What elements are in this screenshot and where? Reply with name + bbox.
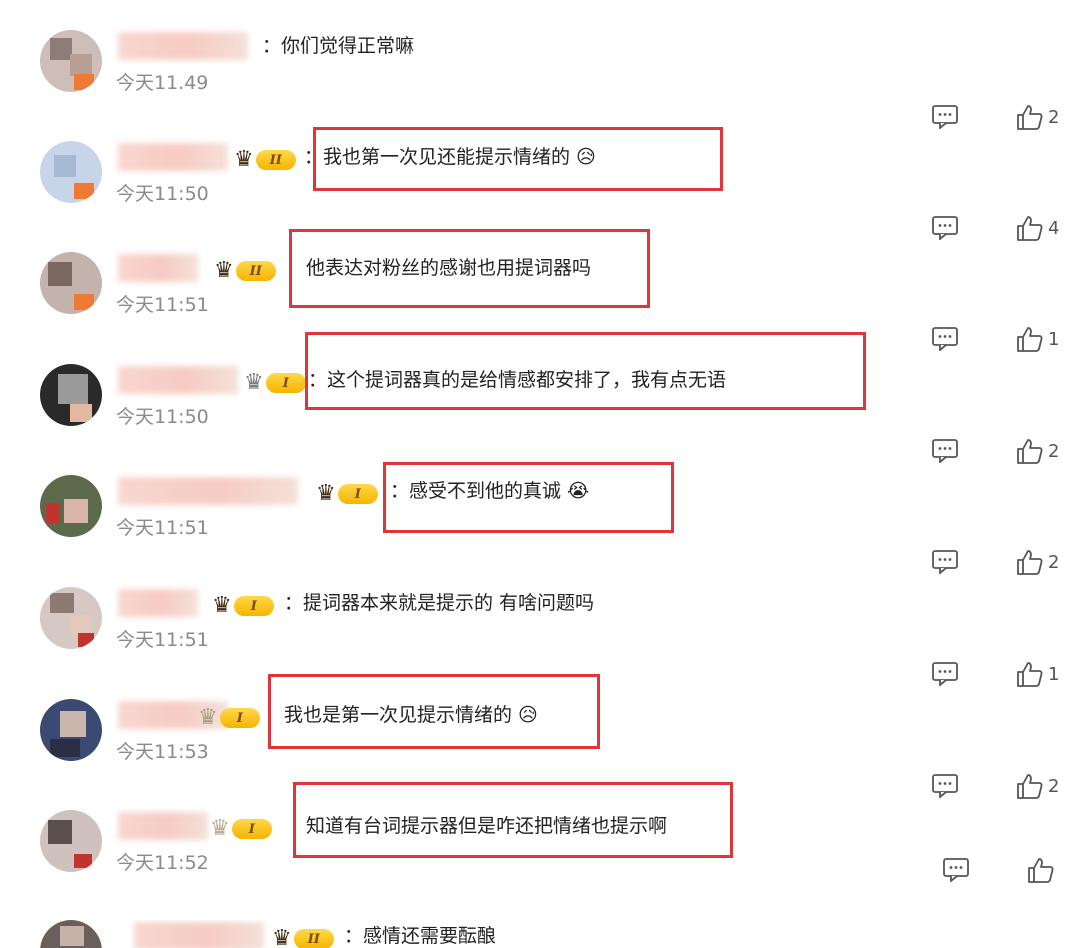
thumbs-up-icon[interactable] (1027, 856, 1055, 884)
highlight-box (305, 332, 866, 410)
like-count: 2 (1048, 441, 1060, 462)
level-badge: ♛ II (214, 258, 280, 284)
username[interactable] (134, 922, 264, 948)
highlight-box (268, 674, 600, 749)
level-badge: ♛ II (272, 926, 338, 948)
like-count: 1 (1048, 664, 1060, 685)
avatar[interactable] (40, 252, 102, 314)
highlight-box (293, 782, 733, 858)
username[interactable] (118, 366, 238, 394)
username[interactable] (118, 812, 208, 840)
comment-icon[interactable] (932, 327, 958, 351)
username[interactable] (118, 254, 198, 282)
comment-icon[interactable] (932, 105, 958, 129)
crown-icon: ♛ (212, 593, 232, 618)
highlight-box (289, 229, 650, 308)
comment-time: 今天11:51 (116, 294, 209, 316)
like-count: 2 (1048, 107, 1060, 128)
comment-icon[interactable] (932, 774, 958, 798)
like-count: 2 (1048, 552, 1060, 573)
avatar[interactable] (40, 810, 102, 872)
crown-icon: ♛ (210, 816, 230, 841)
username[interactable] (118, 589, 198, 617)
comment-item: ♛ II ：感情还需要酝酿 (0, 920, 1080, 948)
avatar[interactable] (40, 699, 102, 761)
comment-time: 今天11.49 (116, 72, 209, 94)
comment-text: ：你们觉得正常嘛 (262, 35, 415, 57)
comment-time: 今天11:52 (116, 852, 209, 874)
highlight-box (383, 462, 674, 533)
thumbs-up-icon[interactable] (1016, 548, 1044, 576)
comment-time: 今天11:51 (116, 629, 209, 651)
thumbs-up-icon[interactable] (1016, 214, 1044, 242)
comment-icon[interactable] (932, 662, 958, 686)
username[interactable] (118, 143, 228, 171)
username[interactable] (118, 32, 248, 60)
comment-time: 今天11:53 (116, 741, 209, 763)
comment-item: ♛ I 知道有台词提示器但是咋还把情绪也提示啊 今天11:52 (0, 782, 1080, 921)
comment-time: 今天11:50 (116, 183, 209, 205)
comment-item: ：你们觉得正常嘛 今天11.49 2 (0, 30, 1080, 141)
like-count: 4 (1048, 218, 1060, 239)
crown-icon: ♛ (316, 481, 336, 506)
avatar[interactable] (40, 920, 102, 948)
comment-time: 今天11:50 (116, 406, 209, 428)
thumbs-up-icon[interactable] (1016, 772, 1044, 800)
crown-icon: ♛ (272, 926, 292, 948)
level-badge: ♛ I (210, 816, 276, 842)
comment-icon[interactable] (932, 439, 958, 463)
comment-icon[interactable] (943, 858, 969, 882)
comment-text: ：感情还需要酝酿 (344, 925, 497, 947)
comment-item: ♛ I ：感受不到他的真诚 😭 今天11:51 2 (0, 462, 1080, 586)
thumbs-up-icon[interactable] (1016, 325, 1044, 353)
like-count: 1 (1048, 329, 1060, 350)
avatar[interactable] (40, 141, 102, 203)
level-badge: ♛ I (316, 481, 382, 507)
level-badge: ♛ I (198, 705, 264, 731)
level-badge: ♛ II (234, 147, 300, 173)
level-badge: ♛ I (244, 370, 310, 396)
crown-icon: ♛ (214, 258, 234, 283)
comment-text: ：提词器本来就是提示的 有啥问题吗 (284, 592, 595, 614)
comment-icon[interactable] (932, 550, 958, 574)
comment-icon[interactable] (932, 216, 958, 240)
avatar[interactable] (40, 364, 102, 426)
level-badge: ♛ I (212, 593, 278, 619)
highlight-box (313, 127, 723, 191)
comment-time: 今天11:51 (116, 517, 209, 539)
avatar[interactable] (40, 587, 102, 649)
crown-icon: ♛ (198, 705, 218, 730)
avatar[interactable] (40, 30, 102, 92)
crown-icon: ♛ (244, 370, 264, 395)
comment-item: ♛ I ：这个提词器真的是给情感都安排了，我有点无语 今天11:50 2 (0, 332, 1080, 475)
thumbs-up-icon[interactable] (1016, 660, 1044, 688)
thumbs-up-icon[interactable] (1016, 437, 1044, 465)
like-count: 2 (1048, 776, 1060, 797)
avatar[interactable] (40, 475, 102, 537)
crown-icon: ♛ (234, 147, 254, 172)
username[interactable] (118, 477, 298, 505)
thumbs-up-icon[interactable] (1016, 103, 1044, 131)
